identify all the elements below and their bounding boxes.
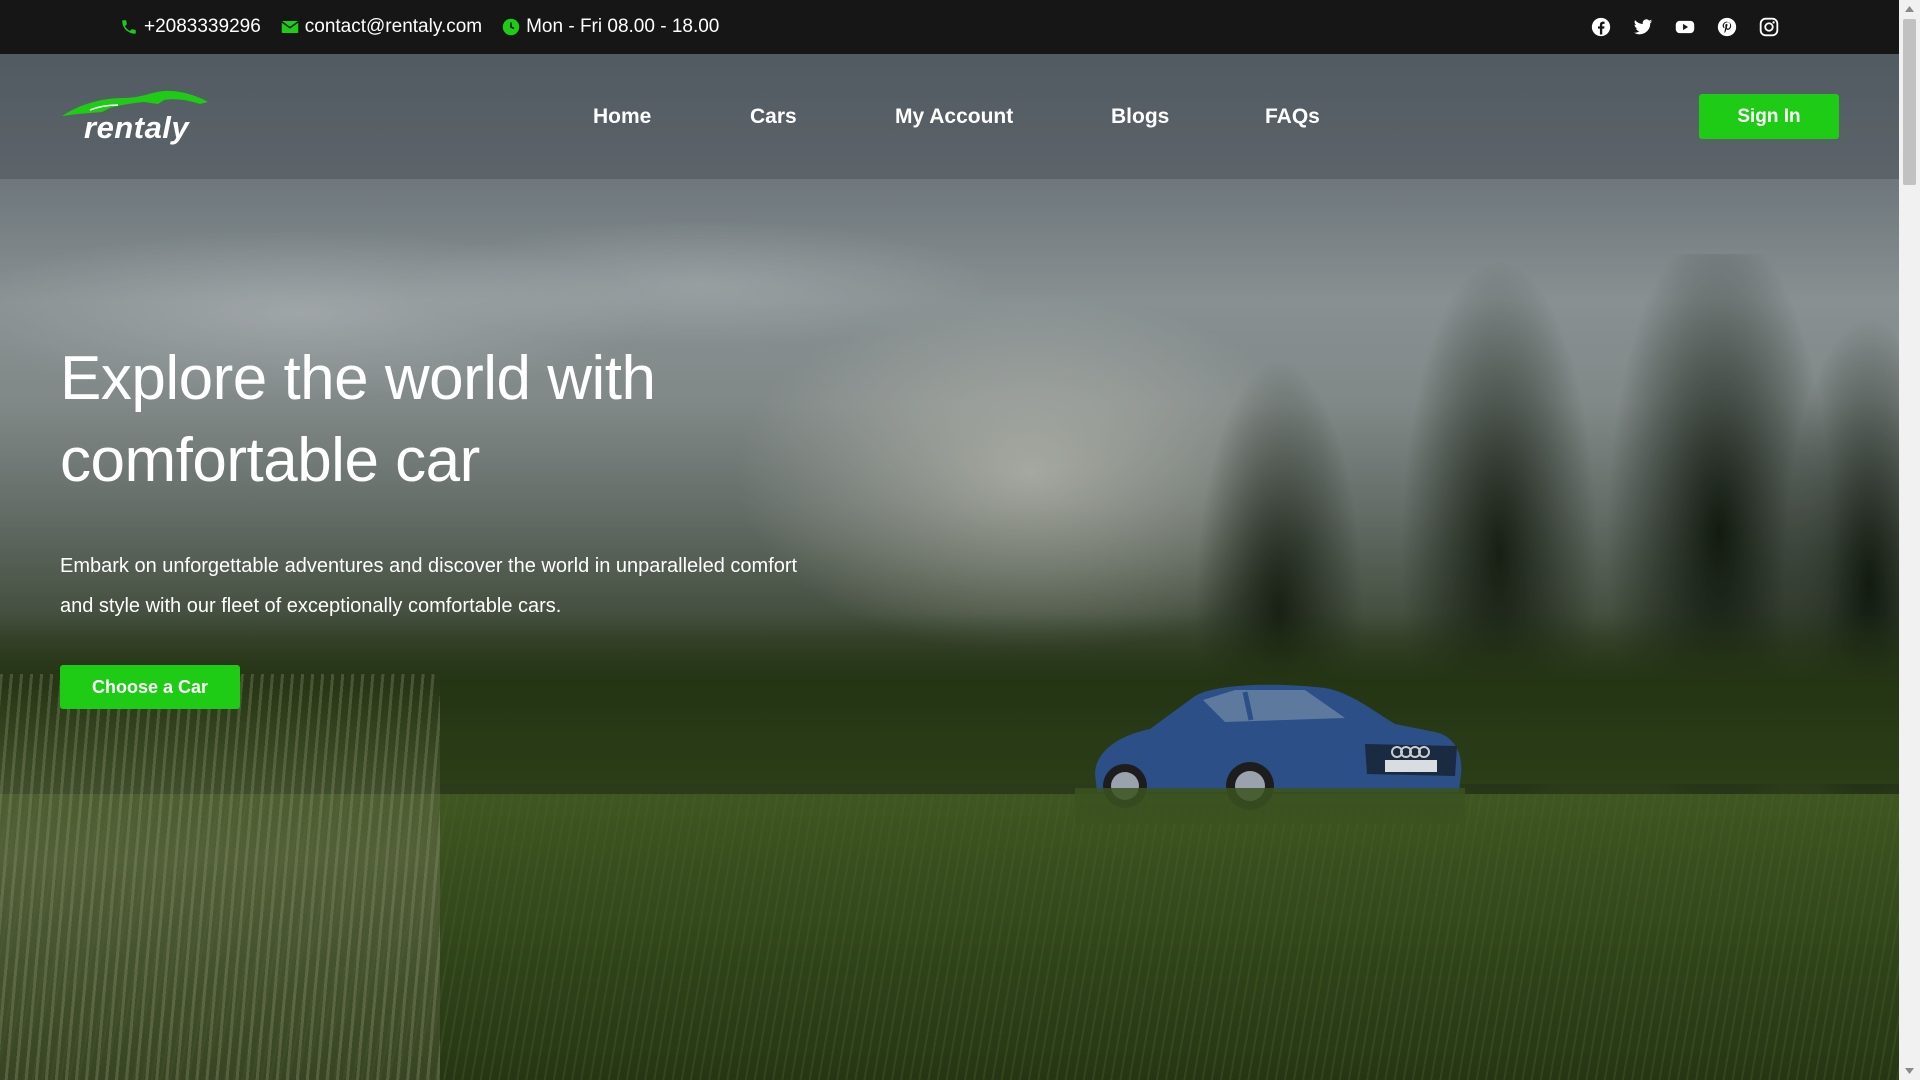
sign-in-button[interactable]: Sign In [1699, 94, 1839, 139]
pinterest-icon[interactable] [1717, 17, 1737, 37]
hero-title-line-1: Explore the world with [60, 344, 656, 413]
phone-number: +2083339296 [144, 16, 261, 37]
opening-hours: Mon - Fri 08.00 - 18.00 [526, 16, 720, 37]
envelope-icon [281, 21, 299, 33]
clock-icon [502, 18, 520, 36]
phone-icon [122, 20, 136, 34]
nav-faqs[interactable]: FAQs [1265, 105, 1320, 129]
contact-info: +2083339296 contact@rentaly.com Mon - Fr… [120, 16, 719, 38]
twitter-icon[interactable] [1633, 17, 1653, 37]
brand-name: rentaly [84, 110, 190, 145]
main-navbar: rentaly Home Cars My Account Blogs FAQs … [0, 54, 1899, 179]
choose-a-car-button[interactable]: Choose a Car [60, 665, 240, 709]
car-image [1075, 684, 1465, 824]
scroll-up-arrow-icon[interactable] [1904, 4, 1915, 14]
scroll-down-arrow-icon[interactable] [1904, 1066, 1915, 1076]
nav-cars[interactable]: Cars [750, 105, 797, 129]
top-info-bar: +2083339296 contact@rentaly.com Mon - Fr… [0, 0, 1899, 54]
hero-title-line-2: comfortable car [60, 426, 480, 495]
hero-description-line-2: and style with our fleet of exceptionall… [60, 595, 562, 617]
facebook-icon[interactable] [1591, 17, 1611, 37]
email-address: contact@rentaly.com [304, 16, 483, 37]
hero-description: Embark on unforgettable adventures and d… [60, 546, 840, 626]
rentaly-logo[interactable]: rentaly [60, 88, 210, 148]
hours-info: Mon - Fri 08.00 - 18.00 [502, 16, 719, 38]
email-info[interactable]: contact@rentaly.com [281, 16, 482, 38]
nav-blogs[interactable]: Blogs [1111, 105, 1169, 129]
social-links [1591, 17, 1779, 37]
nav-home[interactable]: Home [593, 105, 651, 129]
page-scrollbar[interactable] [1899, 0, 1920, 1080]
nav-my-account[interactable]: My Account [895, 105, 1013, 129]
hero-description-line-1: Embark on unforgettable adventures and d… [60, 555, 798, 577]
youtube-icon[interactable] [1675, 17, 1695, 37]
phone-info[interactable]: +2083339296 [120, 16, 261, 38]
instagram-icon[interactable] [1759, 17, 1779, 37]
scrollbar-thumb[interactable] [1903, 19, 1916, 185]
hero-title: Explore the world with comfortable car [60, 338, 820, 502]
